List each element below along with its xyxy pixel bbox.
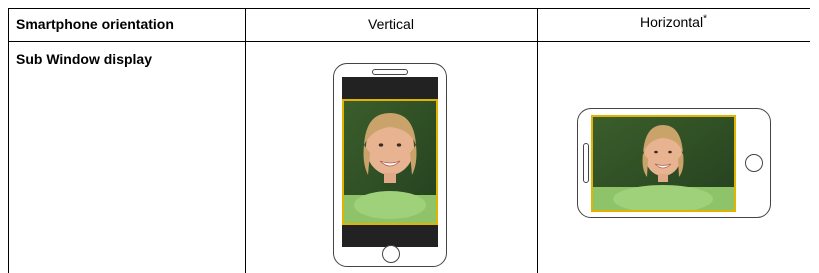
col-border-left: [8, 8, 9, 273]
home-button-icon: [382, 245, 400, 263]
col-border-2: [537, 8, 538, 273]
col-border-1: [245, 8, 246, 273]
smiling-person-photo: [342, 99, 438, 225]
person-photo-svg: [344, 101, 436, 223]
header-row-label: Smartphone orientation: [16, 16, 174, 32]
home-button-icon: [745, 154, 763, 172]
speaker-icon: [372, 69, 408, 75]
row-label-sub-window: Sub Window display: [16, 51, 152, 67]
footnote-mark: *: [703, 13, 707, 25]
smiling-person-photo: [591, 115, 736, 212]
header-bottom-border: [8, 41, 810, 42]
header-horizontal: Horizontal*: [537, 14, 810, 30]
screen-top-bar: [342, 77, 438, 99]
screen-bottom-bar: [342, 225, 438, 247]
phone-landscape-icon: [577, 108, 771, 218]
table-top-border: [8, 8, 810, 9]
header-vertical: Vertical: [368, 16, 414, 32]
phone-portrait-icon: [333, 63, 447, 267]
header-horizontal-label: Horizontal: [640, 14, 704, 30]
person-photo-svg: [593, 117, 734, 210]
speaker-icon: [583, 143, 589, 183]
